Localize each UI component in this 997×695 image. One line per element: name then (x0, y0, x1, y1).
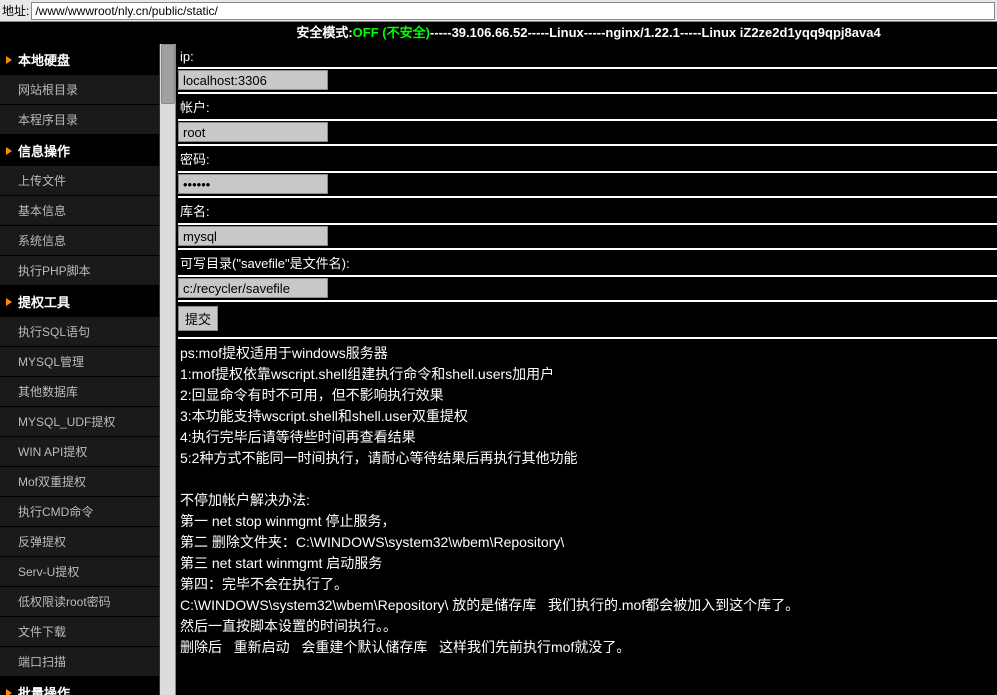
db-label: 库名: (178, 198, 997, 225)
sidebar-item-php[interactable]: 执行PHP脚本 (0, 256, 159, 286)
sidebar-item-portscan[interactable]: 端口扫描 (0, 647, 159, 677)
sidebar-header-batch[interactable]: 批量操作 (0, 677, 159, 695)
sidebar-item-rootpw[interactable]: 低权限读root密码 (0, 587, 159, 617)
sidebar-item-winapi[interactable]: WIN API提权 (0, 437, 159, 467)
user-input[interactable] (178, 122, 328, 142)
sidebar-item-sql[interactable]: 执行SQL语句 (0, 317, 159, 347)
address-input[interactable] (31, 2, 995, 20)
sidebar-item-otherdb[interactable]: 其他数据库 (0, 377, 159, 407)
main-panel: ip: 帐户: 密码: 库名: 可写目录("savefile"是文件名): 提交… (176, 44, 997, 695)
sidebar-scrollbar[interactable] (160, 44, 176, 695)
sidebar-item-cmd[interactable]: 执行CMD命令 (0, 497, 159, 527)
sidebar-item-upload[interactable]: 上传文件 (0, 166, 159, 196)
scrollbar-thumb[interactable] (161, 44, 175, 104)
pass-label: 密码: (178, 146, 997, 173)
ip-label: ip: (178, 46, 997, 69)
dir-input[interactable] (178, 278, 328, 298)
sidebar-item-reverse[interactable]: 反弹提权 (0, 527, 159, 557)
db-input[interactable] (178, 226, 328, 246)
sidebar-item-webroot[interactable]: 网站根目录 (0, 75, 159, 105)
submit-button[interactable]: 提交 (178, 306, 218, 331)
status-mode: OFF (不安全) (353, 25, 430, 40)
sidebar-item-mof[interactable]: Mof双重提权 (0, 467, 159, 497)
ip-input[interactable] (178, 70, 328, 90)
dir-label: 可写目录("savefile"是文件名): (178, 250, 997, 277)
address-bar: 地址: (0, 0, 997, 22)
sidebar-header-disk[interactable]: 本地硬盘 (0, 44, 159, 75)
sidebar-item-basic[interactable]: 基本信息 (0, 196, 159, 226)
address-label: 地址: (0, 2, 31, 19)
sidebar-item-appdir[interactable]: 本程序目录 (0, 105, 159, 135)
status-prefix: 安全模式: (296, 25, 352, 40)
sidebar-item-mysql[interactable]: MYSQL管理 (0, 347, 159, 377)
sidebar-header-info[interactable]: 信息操作 (0, 135, 159, 166)
status-rest: -----39.106.66.52-----Linux-----nginx/1.… (430, 25, 881, 40)
sidebar-item-udf[interactable]: MYSQL_UDF提权 (0, 407, 159, 437)
sidebar: 本地硬盘 网站根目录 本程序目录 信息操作 上传文件 基本信息 系统信息 执行P… (0, 44, 160, 695)
status-bar: 安全模式:OFF (不安全)-----39.106.66.52-----Linu… (0, 22, 997, 44)
sidebar-item-servu[interactable]: Serv-U提权 (0, 557, 159, 587)
notes-text: ps:mof提权适用于windows服务器 1:mof提权依靠wscript.s… (178, 339, 997, 662)
pass-input[interactable] (178, 174, 328, 194)
sidebar-header-priv[interactable]: 提权工具 (0, 286, 159, 317)
user-label: 帐户: (178, 94, 997, 121)
sidebar-item-sysinfo[interactable]: 系统信息 (0, 226, 159, 256)
sidebar-item-download[interactable]: 文件下载 (0, 617, 159, 647)
